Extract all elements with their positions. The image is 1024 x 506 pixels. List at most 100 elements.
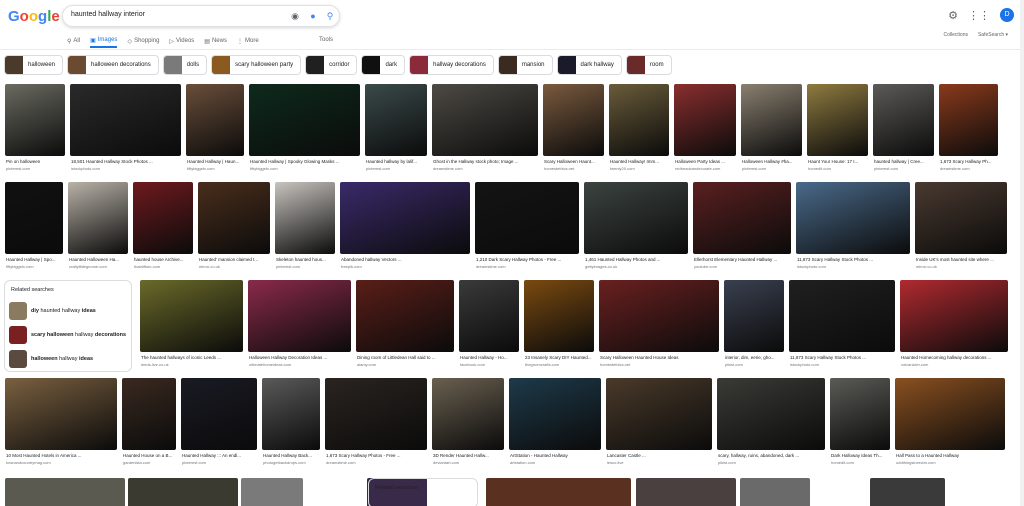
- image-result[interactable]: Ellerhorst Elementary Haunted Hallway ..…: [693, 182, 791, 274]
- tab-images[interactable]: ▣ Images: [90, 34, 118, 48]
- image-result[interactable]: 1,461 Haunted Hallway Photos and ... gett…: [584, 182, 688, 274]
- image-result[interactable]: [870, 478, 945, 506]
- result-thumbnail[interactable]: [599, 280, 719, 352]
- result-caption[interactable]: Scary Halloween Haunt...: [544, 159, 605, 164]
- result-thumbnail[interactable]: [789, 280, 895, 352]
- result-thumbnail[interactable]: [609, 84, 669, 156]
- result-thumbnail[interactable]: [140, 280, 243, 352]
- result-caption[interactable]: 1,673 Scary Hallway Ph...: [940, 159, 999, 164]
- image-result[interactable]: Haunted House on a B... gardenista.com: [122, 378, 176, 470]
- related-search-item[interactable]: diy haunted hallway ideas: [9, 301, 131, 321]
- result-caption[interactable]: Abandoned hallway Vectors ...: [341, 257, 471, 262]
- image-result[interactable]: haunted house Archive... thatdiffoto.com: [133, 182, 193, 274]
- image-result[interactable]: Hall Pass to a Haunted Hallway oddthingsi…: [895, 378, 1005, 470]
- chip-scary-halloween-party[interactable]: scary halloween party: [211, 55, 302, 75]
- tab-shopping[interactable]: ◇ Shopping: [127, 34, 159, 48]
- result-caption[interactable]: Skeleton haunted hous...: [276, 257, 336, 262]
- result-thumbnail[interactable]: [5, 182, 63, 254]
- result-thumbnail[interactable]: [524, 280, 594, 352]
- result-caption[interactable]: Haunted House on a B...: [123, 453, 177, 458]
- result-caption[interactable]: interior, dim, eerie, gho...: [725, 355, 785, 360]
- result-thumbnail[interactable]: [181, 378, 257, 450]
- result-caption[interactable]: Lancaster Castle ...: [607, 453, 713, 458]
- result-caption[interactable]: Haunted Halloween Ha...: [69, 257, 129, 262]
- chip-dolls[interactable]: dolls: [162, 55, 208, 75]
- image-result[interactable]: Haunted Hallway | Spo... fiftybiggsfx.com: [5, 182, 63, 274]
- image-result[interactable]: 1,210 Dark Scary Hallway Photos - Free .…: [475, 182, 579, 274]
- image-result[interactable]: 18,501 Haunted Hallway Stock Photos ... i…: [70, 84, 181, 176]
- result-caption[interactable]: ArtStation - Haunted Hallway: [510, 453, 602, 458]
- result-caption[interactable]: Dining room of Littledean Hall said to .…: [357, 355, 455, 360]
- chip-room[interactable]: room: [625, 55, 672, 75]
- image-result[interactable]: Inside UK's most haunted site where ... m…: [915, 182, 1007, 274]
- result-caption[interactable]: Haunted' mansion claimed t...: [199, 257, 271, 262]
- image-result[interactable]: 3D Render Haunted Hallw... deviantart.com: [432, 378, 504, 470]
- result-caption[interactable]: Haunted Hallway | Spo...: [6, 257, 64, 262]
- result-caption[interactable]: haunted house Archive...: [134, 257, 194, 262]
- chip-dark-hallway[interactable]: dark hallway: [556, 55, 622, 75]
- result-caption[interactable]: 1,210 Dark Scary Hallway Photos - Free .…: [476, 257, 580, 262]
- result-thumbnail[interactable]: [459, 280, 519, 352]
- image-result[interactable]: [486, 478, 631, 506]
- image-result[interactable]: Pin on halloween pinterest.com: [5, 84, 65, 176]
- result-caption[interactable]: 11,873 Scary Hallway Stock Photos ...: [790, 355, 896, 360]
- result-caption[interactable]: scary, hallway, ruins, abandoned, dark .…: [718, 453, 826, 458]
- chip-hallway-decorations[interactable]: hallway decorations: [409, 55, 494, 75]
- result-thumbnail[interactable]: [5, 478, 125, 506]
- related-search-item[interactable]: scary halloween hallway decorations: [9, 325, 131, 345]
- result-caption[interactable]: 10 Most Haunted Hotels in America ...: [6, 453, 118, 458]
- result-caption[interactable]: Pin on halloween: [6, 159, 66, 164]
- result-thumbnail[interactable]: [5, 84, 65, 156]
- result-thumbnail[interactable]: [198, 182, 270, 254]
- search-icon[interactable]: ⚲: [324, 10, 336, 22]
- image-result[interactable]: Haunted Hallway ::: An endl... pinterest.…: [181, 378, 257, 470]
- result-caption[interactable]: 1,673 Scary Hallway Photos - Free ...: [326, 453, 428, 458]
- image-result[interactable]: Halloween Party Ideas ... redheadcandecor…: [674, 84, 736, 176]
- result-caption[interactable]: Haunted Hallway | Spooky Glowing Masks .…: [250, 159, 361, 164]
- avatar[interactable]: D: [1000, 8, 1014, 22]
- result-caption[interactable]: Haunted Homecoming hallway decorations .…: [901, 355, 1009, 360]
- image-result[interactable]: haunted hallway | Cree... pinterest.com: [873, 84, 934, 176]
- result-thumbnail[interactable]: [356, 280, 454, 352]
- image-result[interactable]: 1,673 Scary Hallway Ph... dreamstime.com: [939, 84, 998, 176]
- result-caption[interactable]: Haunted Hallway! Imm...: [610, 159, 670, 164]
- result-caption[interactable]: 18,501 Haunted Hallway Stock Photos ...: [71, 159, 182, 164]
- result-thumbnail[interactable]: [133, 182, 193, 254]
- result-thumbnail[interactable]: [830, 378, 890, 450]
- result-thumbnail[interactable]: [693, 182, 791, 254]
- result-caption[interactable]: haunted hallway | Cree...: [874, 159, 935, 164]
- tab-all[interactable]: ⚲ All: [67, 34, 80, 48]
- result-caption[interactable]: Hall Pass to a Haunted Hallway: [896, 453, 1006, 458]
- result-thumbnail[interactable]: [939, 84, 998, 156]
- result-thumbnail[interactable]: [186, 84, 244, 156]
- collections-link[interactable]: Collections: [944, 32, 968, 38]
- result-thumbnail[interactable]: [432, 378, 504, 450]
- tab-more[interactable]: ⋮ More: [237, 34, 259, 48]
- chip-halloween[interactable]: halloween: [4, 55, 64, 75]
- image-result[interactable]: Haunted' mansion claimed t... mirror.co.u…: [198, 182, 270, 274]
- image-result[interactable]: Haunt Your House: 17 I... homedit.com: [807, 84, 868, 176]
- result-thumbnail[interactable]: [241, 478, 303, 506]
- image-result[interactable]: Haunted Hallway | Spooky Glowing Masks .…: [249, 84, 360, 176]
- safesearch-toggle[interactable]: SafeSearch ▾: [978, 32, 1008, 38]
- result-caption[interactable]: Halloween Party Ideas ...: [675, 159, 737, 164]
- image-result[interactable]: 23 Insanely Scary DIY Haunted... thegruen…: [524, 280, 594, 372]
- result-thumbnail[interactable]: [674, 84, 736, 156]
- tab-videos[interactable]: ▷ Videos: [169, 34, 194, 48]
- result-thumbnail[interactable]: [248, 280, 351, 352]
- result-caption[interactable]: 11,873 Scary Hallway Stock Photos ...: [797, 257, 911, 262]
- result-thumbnail[interactable]: [509, 378, 601, 450]
- result-caption[interactable]: The haunted hallways of iconic Leeds ...: [141, 355, 244, 360]
- chip-corridor[interactable]: corridor: [305, 55, 358, 75]
- apps-grid-icon[interactable]: ⋮⋮: [968, 9, 990, 22]
- image-result[interactable]: interior, dim, eerie, gho... pikist.com: [724, 280, 784, 372]
- gear-icon[interactable]: ⚙: [948, 9, 958, 22]
- chip-halloween-decorations[interactable]: halloween decorations: [67, 55, 159, 75]
- result-thumbnail[interactable]: [432, 84, 538, 156]
- result-thumbnail[interactable]: [636, 478, 736, 506]
- image-result[interactable]: 1,673 Scary Hallway Photos - Free ... dre…: [325, 378, 427, 470]
- image-result[interactable]: Ghost in the Hallway stock photo; Image …: [432, 84, 538, 176]
- image-result[interactable]: [5, 478, 125, 506]
- result-thumbnail[interactable]: [262, 378, 320, 450]
- image-result[interactable]: 10 Most Haunted Hotels in America ... tow…: [5, 378, 117, 470]
